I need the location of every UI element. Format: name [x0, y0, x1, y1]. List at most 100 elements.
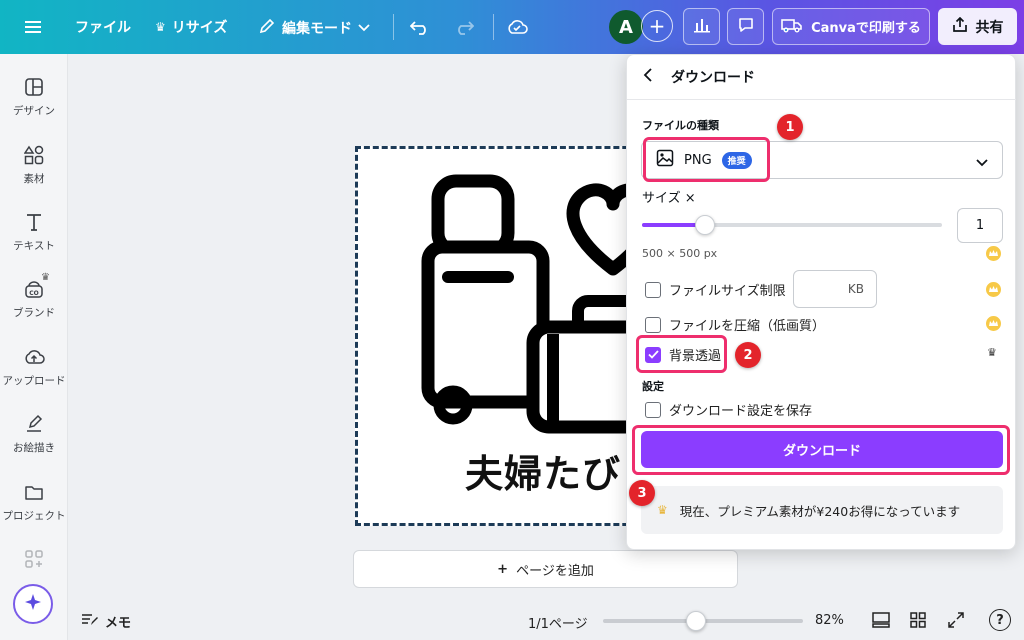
crown-icon: ♛ [657, 503, 668, 517]
premium-crown-icon [986, 316, 1001, 331]
magic-sparkle-button[interactable] [13, 584, 53, 624]
highlight-transparent-bg [636, 335, 727, 373]
redo-icon[interactable] [453, 16, 475, 38]
save-settings-row[interactable]: ダウンロード設定を保存 [645, 400, 812, 419]
help-label: ? [996, 612, 1004, 628]
save-settings-checkbox[interactable] [645, 401, 661, 418]
chevron-down-icon [976, 156, 988, 171]
plus-icon: + [497, 561, 509, 577]
sparkle-icon [23, 592, 43, 616]
add-page-label: ページを追加 [516, 563, 594, 579]
panel-title: ダウンロード [671, 70, 755, 86]
notes-icon [81, 613, 99, 631]
chevron-down-icon [358, 20, 370, 36]
compress-checkbox[interactable] [645, 316, 661, 333]
kb-unit: KB [847, 282, 864, 296]
svg-text:CO: CO [29, 290, 39, 297]
back-chevron-icon[interactable] [643, 68, 653, 86]
text-icon [23, 211, 45, 233]
edit-mode-label: 編集モード [282, 21, 352, 37]
file-size-limit-input[interactable]: KB [793, 270, 877, 308]
bottom-bar: メモ 1/1ページ 82% ? [68, 602, 1024, 640]
sidebar-item-draw[interactable]: お絵描き [0, 413, 68, 455]
page-view-icon[interactable] [871, 611, 891, 633]
sidebar-item-label: デザイン [13, 105, 55, 117]
file-type-label: ファイルの種類 [642, 119, 719, 132]
file-menu[interactable]: ファイル [75, 17, 131, 37]
sidebar-item-label: アップロード [2, 375, 66, 387]
sidebar-item-projects[interactable]: プロジェクト [0, 481, 68, 523]
size-slider[interactable] [642, 215, 942, 235]
step-marker-3: 3 [629, 480, 655, 506]
share-button[interactable]: 共有 [938, 8, 1017, 45]
sidebar-item-text[interactable]: テキスト [0, 211, 68, 253]
avatar[interactable]: A [609, 10, 643, 44]
elements-icon [23, 144, 45, 166]
folder-icon [23, 481, 45, 503]
edit-mode-menu[interactable]: 編集モード [258, 17, 370, 39]
share-label: 共有 [975, 19, 1004, 36]
highlight-file-type [643, 137, 770, 182]
analytics-button[interactable] [683, 8, 720, 45]
toolbar-divider [493, 14, 494, 40]
sidebar-item-elements[interactable]: 素材 [0, 144, 68, 186]
cloud-saved-icon[interactable] [505, 15, 529, 39]
sidebar-item-label: プロジェクト [2, 510, 66, 522]
premium-crown-icon [986, 246, 1001, 261]
help-button[interactable]: ? [989, 609, 1011, 631]
pencil-icon [258, 17, 276, 39]
compress-label: ファイルを圧縮（低画質） [669, 319, 826, 334]
notes-button[interactable]: メモ [81, 612, 131, 631]
sidebar-item-brand[interactable]: CO ♛ ブランド [0, 272, 68, 320]
apps-icon [23, 548, 45, 570]
notes-label: メモ [105, 616, 132, 631]
size-label: サイズ × [642, 191, 696, 206]
crown-icon: ♛ [155, 20, 166, 34]
fullscreen-icon[interactable] [947, 611, 965, 633]
sidebar-item-upload[interactable]: アップロード [0, 346, 68, 388]
compress-row[interactable]: ファイルを圧縮（低画質） [645, 315, 825, 334]
design-title-text[interactable]: 夫婦たび [465, 443, 621, 498]
print-button[interactable]: Canvaで印刷する [772, 8, 930, 45]
size-input[interactable]: 1 [957, 208, 1003, 243]
file-size-limit-checkbox[interactable] [645, 281, 661, 298]
comment-button[interactable] [727, 8, 764, 45]
sidebar-item-design[interactable]: デザイン [0, 76, 68, 118]
zoom-slider[interactable] [603, 611, 803, 631]
resize-label: リサイズ [171, 20, 228, 36]
download-panel: ダウンロード ファイルの種類 PNG 推奨 サイズ × 1 500 × 500 … [626, 54, 1016, 550]
zoom-level[interactable]: 82% [815, 613, 844, 628]
file-menu-label: ファイル [75, 20, 131, 36]
undo-icon[interactable] [409, 16, 431, 38]
file-size-limit-label: ファイルサイズ制限 [669, 284, 786, 299]
size-slider-thumb[interactable] [695, 215, 715, 235]
bar-chart-icon [693, 17, 711, 37]
premium-promo-banner: ♛ 現在、プレミアム素材が¥240お得になっています [641, 486, 1003, 534]
panel-header: ダウンロード [627, 55, 1017, 99]
top-toolbar: ファイル ♛ リサイズ 編集モード A + Canvaで印刷する 共有 [0, 0, 1024, 54]
share-icon [952, 16, 968, 37]
promo-text: 現在、プレミアム素材が¥240お得になっています [679, 503, 961, 519]
invite-plus-icon[interactable]: + [641, 10, 673, 42]
premium-crown-icon [986, 282, 1001, 297]
grid-view-icon[interactable] [909, 611, 927, 633]
brand-icon: CO ♛ [23, 272, 50, 300]
highlight-download-button [632, 425, 1010, 475]
comment-icon [737, 16, 755, 38]
draw-icon [23, 413, 45, 435]
truck-icon [781, 17, 803, 37]
file-size-limit-row[interactable]: ファイルサイズ制限 [645, 280, 786, 299]
sidebar-item-apps[interactable] [0, 548, 68, 570]
save-settings-label: ダウンロード設定を保存 [669, 404, 813, 419]
travel-illustration [421, 174, 652, 434]
panel-divider [627, 99, 1016, 100]
print-label: Canvaで印刷する [811, 21, 921, 36]
step-marker-1: 1 [777, 114, 803, 140]
page-indicator[interactable]: 1/1ページ [528, 613, 588, 632]
add-page-button[interactable]: + ページを追加 [353, 550, 738, 588]
toolbar-divider [393, 14, 394, 40]
resize-menu[interactable]: ♛ リサイズ [155, 17, 227, 37]
zoom-slider-thumb[interactable] [685, 611, 706, 631]
hamburger-icon[interactable] [22, 16, 44, 38]
sidebar-item-label: ブランド [13, 307, 55, 319]
